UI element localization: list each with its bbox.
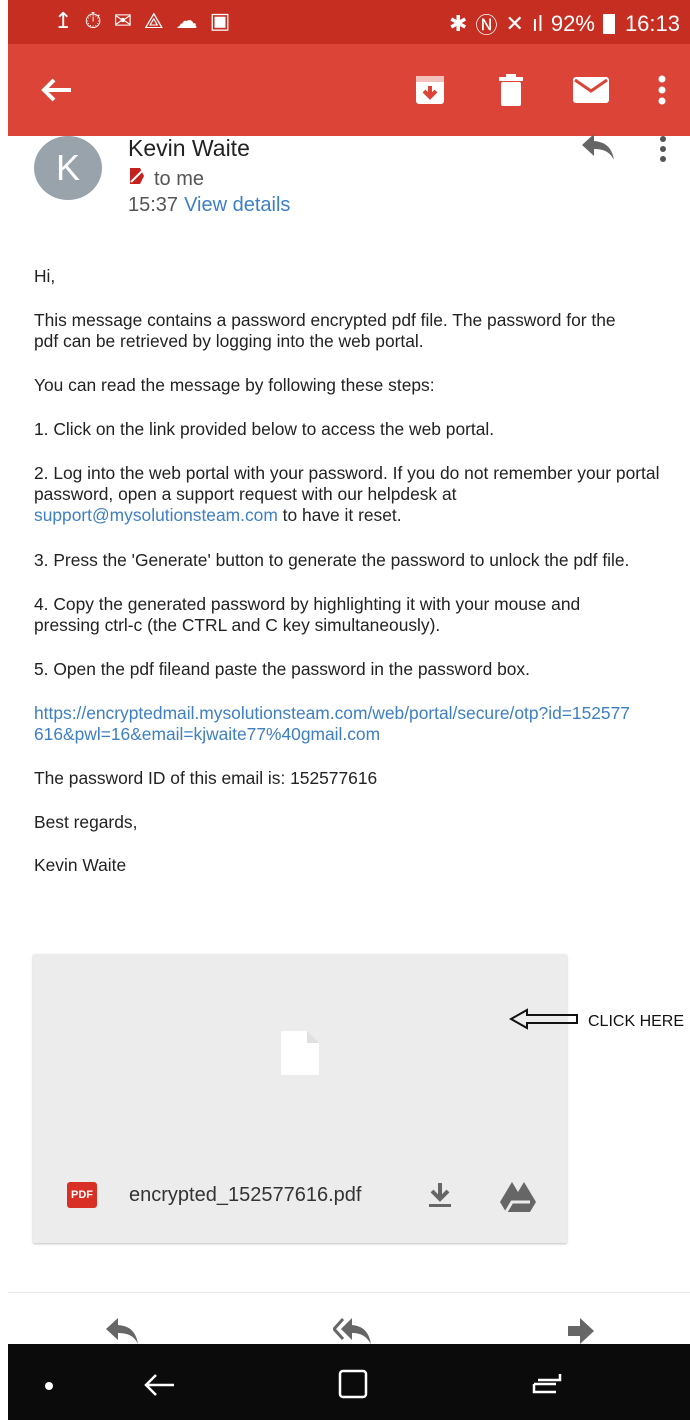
battery-percent: 92%: [550, 11, 595, 36]
attachment-filename[interactable]: encrypted_152577616.pdf: [129, 1184, 361, 1207]
upload-icon: ↥: [54, 8, 73, 33]
signal-icon: ıl: [531, 11, 543, 36]
file-preview-icon: [279, 1029, 321, 1077]
closing: Best regards,: [34, 812, 138, 832]
attachment-footer: PDF encrypted_152577616.pdf: [33, 1154, 567, 1234]
callout-arrow-icon: [508, 1008, 581, 1030]
nav-dot-icon[interactable]: [34, 1366, 74, 1402]
notification-icons: ↥ ⏱ ✉ ⟁ ☁ ▣: [54, 8, 230, 34]
view-details-link[interactable]: View details: [184, 194, 290, 216]
paragraph-intro: This message contains a password encrypt…: [34, 310, 616, 351]
alarm-icon: ⏱: [84, 8, 102, 33]
step-2-text: 2. Log into the web portal with your pas…: [34, 463, 660, 504]
step-2: 2. Log into the web portal with your pas…: [34, 463, 674, 526]
system-indicators: ✱ Ⓝ ✕ ıl 92% 16:13: [449, 8, 680, 40]
bluetooth-icon: ✱: [449, 11, 468, 36]
step-3: 3. Press the 'Generate' button to genera…: [34, 550, 630, 570]
divider: [8, 1292, 690, 1293]
reply-action-icon[interactable]: [104, 1316, 140, 1346]
step-2-text-end: to have it reset.: [282, 505, 402, 525]
drive-icon[interactable]: [499, 1180, 537, 1214]
password-id: The password ID of this email is: 152577…: [34, 768, 378, 788]
important-label-icon: [128, 166, 146, 192]
archive-icon[interactable]: [410, 70, 450, 110]
attachment-card[interactable]: PDF encrypted_152577616.pdf: [33, 954, 567, 1243]
app-icon: ⟁: [144, 8, 164, 33]
step-1: 1. Click on the link provided below to a…: [34, 419, 495, 439]
signature: Kevin Waite: [34, 855, 127, 875]
forward-action-icon[interactable]: [566, 1316, 602, 1346]
paragraph-steps-intro: You can read the message by following th…: [34, 375, 435, 395]
status-bar: ↥ ⏱ ✉ ⟁ ☁ ▣ ✱ Ⓝ ✕ ıl 92% 16:13: [8, 0, 690, 44]
app-bar: [8, 44, 690, 136]
click-here-annotation: CLICK HERE: [588, 1013, 685, 1030]
battery-icon: [602, 14, 615, 34]
avatar[interactable]: K: [34, 136, 102, 200]
portal-link[interactable]: https://encryptedmail.mysolutionsteam.co…: [34, 703, 634, 745]
reply-icon[interactable]: [580, 132, 616, 162]
download-icon[interactable]: [425, 1180, 455, 1210]
message-more-icon[interactable]: [658, 135, 672, 165]
support-email-link[interactable]: support@mysolutionsteam.com: [34, 505, 278, 525]
step-4: 4. Copy the generated password by highli…: [34, 594, 581, 635]
clock: 16:13: [624, 11, 680, 36]
cloud-icon: ☁: [175, 8, 198, 33]
greeting: Hi,: [34, 266, 56, 286]
gallery-icon: ▣: [209, 8, 231, 33]
nav-home-icon[interactable]: [332, 1366, 372, 1402]
nav-recents-icon[interactable]: [526, 1366, 566, 1402]
message-actions: [0, 1310, 690, 1346]
message-time: 15:37: [128, 194, 179, 216]
recipient-text: to me: [154, 167, 205, 190]
trash-icon[interactable]: [491, 70, 531, 110]
mail-icon[interactable]: [571, 70, 611, 110]
mute-icon: ✕: [505, 11, 524, 36]
nfc-icon: Ⓝ: [475, 13, 498, 38]
mail-notification-icon: ✉: [113, 8, 133, 33]
system-nav-bar: [8, 1344, 690, 1420]
timestamp-line: 15:37 View details: [128, 194, 290, 217]
recipient-line[interactable]: to me: [128, 166, 204, 192]
sender-name: Kevin Waite: [128, 135, 250, 161]
step-5: 5. Open the pdf fileand paste the passwo…: [34, 659, 530, 679]
back-arrow-icon[interactable]: [36, 70, 76, 110]
nav-back-icon[interactable]: [140, 1366, 180, 1402]
reply-all-action-icon[interactable]: [331, 1316, 371, 1346]
more-vert-icon[interactable]: [642, 70, 682, 110]
pdf-badge: PDF: [67, 1182, 97, 1208]
